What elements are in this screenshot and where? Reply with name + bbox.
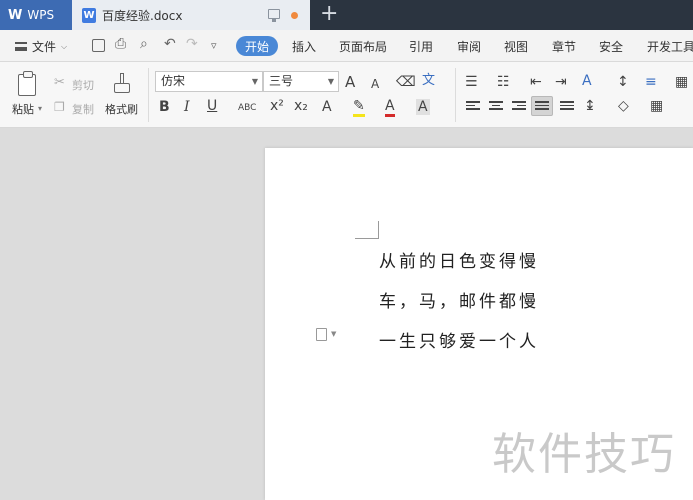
tab-start[interactable]: 开始 <box>236 36 278 56</box>
title-bar: W WPS W 百度经验.docx + <box>0 0 693 30</box>
undo-icon[interactable]: ↶ <box>164 36 176 52</box>
toolbar-divider <box>455 68 456 122</box>
redo-icon[interactable]: ↷ <box>186 36 198 52</box>
file-menu-label: 文件 <box>32 40 57 54</box>
chevron-down-icon: ▼ <box>327 77 334 86</box>
tab-developer-tools[interactable]: 开发工具 <box>647 38 693 55</box>
font-shrink-icon[interactable]: A <box>371 76 379 92</box>
paragraph-menu-icon[interactable] <box>316 328 327 341</box>
justify-icon <box>535 101 549 111</box>
format-painter-button[interactable]: 格式刷 <box>105 101 138 117</box>
app-name: WPS <box>27 8 55 22</box>
print-preview-icon[interactable]: ⌕ <box>140 36 148 52</box>
font-name-select[interactable]: 仿宋 ▼ <box>155 71 263 92</box>
watermark-text: 软件技巧 <box>492 429 676 480</box>
file-menu[interactable]: 文件 ⌵ <box>15 38 67 55</box>
increase-indent-icon[interactable]: ⇥ <box>555 74 567 90</box>
underline-button[interactable]: U <box>207 98 217 114</box>
highlight-icon[interactable]: ✎ <box>353 98 365 117</box>
paste-icon[interactable] <box>16 71 38 98</box>
document-line[interactable]: 一生只够爱一个人 <box>379 327 539 352</box>
font-name-value: 仿宋 <box>161 74 186 88</box>
distribute-icon[interactable] <box>560 101 574 111</box>
toolbar-divider <box>148 68 149 122</box>
chevron-down-icon: ▼ <box>251 77 258 86</box>
align-left-icon[interactable] <box>466 101 480 111</box>
document-line[interactable]: 车，马，邮件都慢 <box>379 287 539 312</box>
text-effect-icon[interactable]: A <box>322 99 332 115</box>
tab-page-layout[interactable]: 页面布局 <box>339 38 387 55</box>
writer-doc-icon: W <box>82 7 96 23</box>
toolbar-ribbon <box>0 62 693 128</box>
bold-button[interactable]: B <box>159 99 170 115</box>
table-icon[interactable]: ▦ <box>675 74 688 90</box>
strikethrough-button[interactable]: ABC <box>238 100 256 116</box>
tab-section[interactable]: 章节 <box>552 38 576 55</box>
customize-quick-access-icon[interactable]: ▿ <box>211 39 217 52</box>
chinese-layout-icon[interactable]: A <box>582 73 592 89</box>
paragraph-spacing-icon[interactable]: ↨ <box>584 98 596 114</box>
decrease-indent-icon[interactable]: ⇤ <box>530 74 542 90</box>
sort-icon[interactable]: ↕ <box>617 74 629 90</box>
copy-button[interactable]: 复制 <box>72 101 94 117</box>
copy-icon: ❐ <box>54 100 65 114</box>
tab-insert[interactable]: 插入 <box>292 38 316 55</box>
chevron-down-icon: ⌵ <box>61 41 68 51</box>
save-icon[interactable] <box>92 39 105 52</box>
new-tab-button[interactable]: + <box>320 2 338 26</box>
margin-corner-mark <box>355 221 379 239</box>
wps-logo-icon: W <box>8 7 23 23</box>
font-color-icon[interactable]: A <box>385 98 395 117</box>
chevron-down-icon[interactable]: ▼ <box>331 330 336 338</box>
document-tab-title: 百度经验.docx <box>102 8 183 23</box>
hamburger-icon <box>15 42 27 51</box>
font-size-value: 三号 <box>269 74 294 88</box>
character-shading-icon[interactable]: A <box>416 99 430 115</box>
paste-button-label[interactable]: 粘贴 <box>12 101 34 117</box>
line-spacing-icon[interactable]: ≡ <box>645 74 657 90</box>
subscript-icon[interactable]: x₂ <box>294 98 308 114</box>
wps-home-tab[interactable]: W WPS <box>0 0 72 30</box>
print-icon[interactable]: ⎙ <box>115 36 126 52</box>
tab-view[interactable]: 视图 <box>504 38 528 55</box>
cut-button[interactable]: 剪切 <box>72 77 94 93</box>
unsaved-dot-icon <box>291 12 298 19</box>
menu-bar: 文件 ⌵ ⎙ ⌕ ↶ ↷ ▿ 开始 插入 页面布局 引用 审阅 视图 章节 安全… <box>0 30 693 62</box>
phonetic-guide-icon[interactable]: 文 <box>422 73 435 89</box>
monitor-icon[interactable] <box>268 9 280 22</box>
tab-references[interactable]: 引用 <box>409 38 433 55</box>
shading-icon[interactable]: ◇ <box>618 98 629 114</box>
tab-review[interactable]: 审阅 <box>457 38 481 55</box>
justify-button[interactable] <box>531 96 553 116</box>
superscript-icon[interactable]: x² <box>270 98 284 114</box>
scissors-icon: ✂ <box>54 75 65 90</box>
paste-dropdown-icon[interactable]: ▾ <box>38 104 42 113</box>
document-tab[interactable]: W 百度经验.docx <box>72 0 310 30</box>
borders-icon[interactable]: ▦ <box>650 98 663 114</box>
document-line[interactable]: 从前的日色变得慢 <box>379 247 539 272</box>
numbered-list-icon[interactable]: ☷ <box>497 74 510 90</box>
font-size-select[interactable]: 三号 ▼ <box>263 71 339 92</box>
align-right-icon[interactable] <box>512 101 526 111</box>
font-grow-icon[interactable]: A <box>345 74 355 90</box>
tab-security[interactable]: 安全 <box>599 38 623 55</box>
bullet-list-icon[interactable]: ☰ <box>465 74 478 90</box>
align-center-icon[interactable] <box>489 101 503 111</box>
eraser-icon[interactable]: ⌫ <box>396 74 416 90</box>
italic-button[interactable]: I <box>184 99 190 115</box>
format-painter-icon[interactable] <box>112 73 132 97</box>
